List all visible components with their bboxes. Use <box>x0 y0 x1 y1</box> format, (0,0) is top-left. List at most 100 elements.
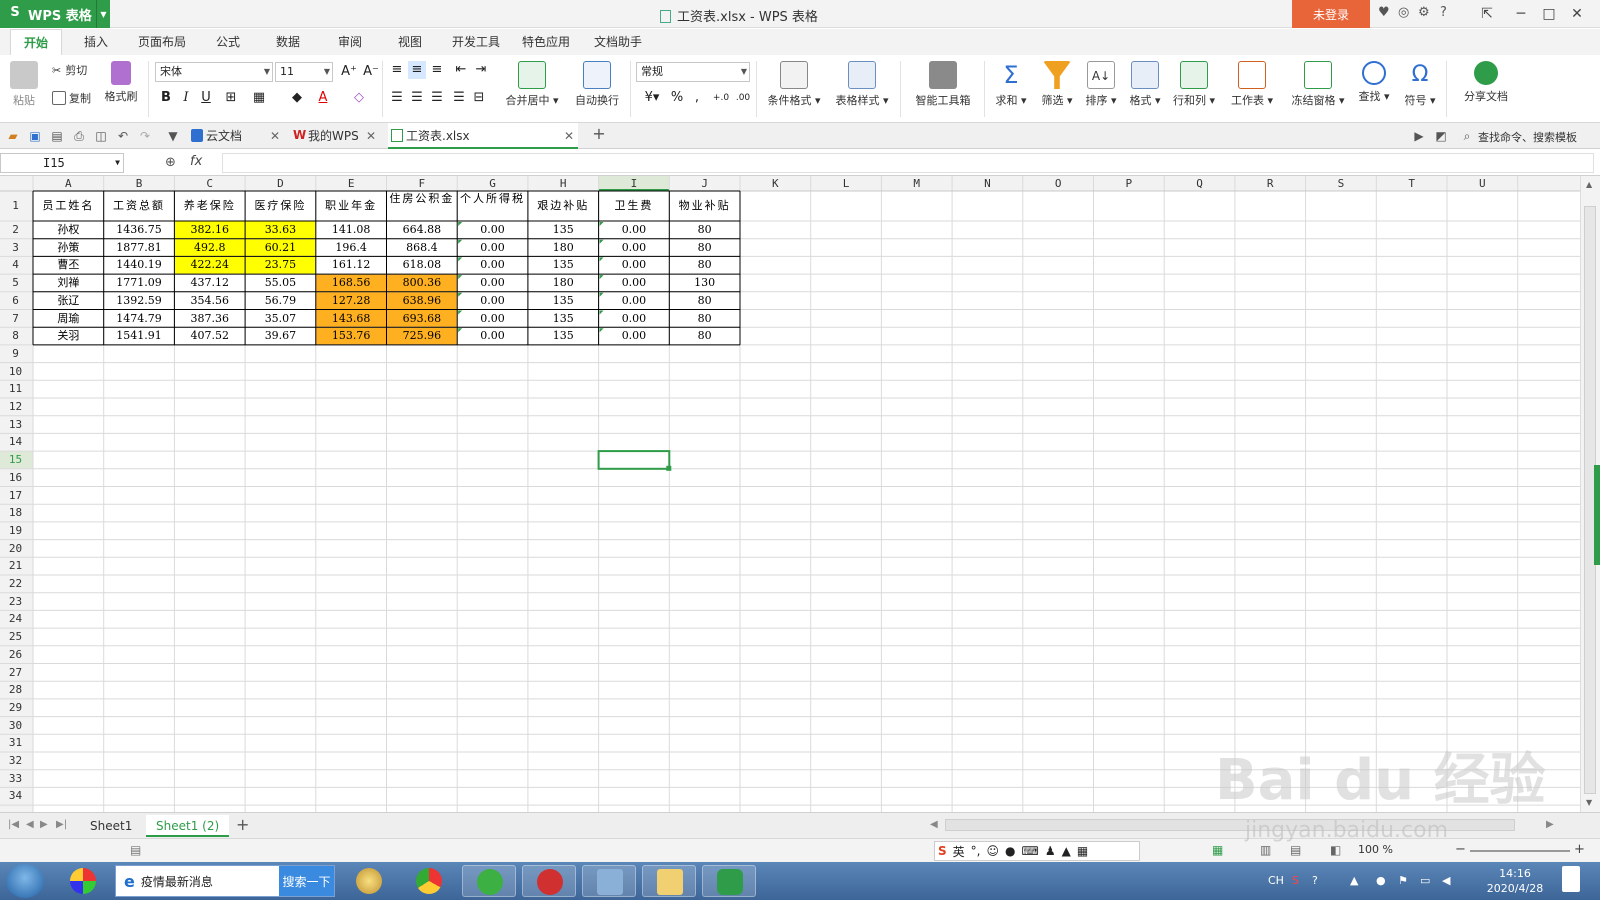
taskbar-app-palette[interactable] <box>342 865 396 897</box>
spreadsheet-grid[interactable]: A B C D E F G H I J K L M N O P Q R S T U 1 2 3 4 5 6 7 8 9 10 11 12 13 14… <box>0 176 1580 812</box>
chevron-down-icon[interactable]: ▼ <box>166 129 180 143</box>
ime-toolbar[interactable]: S 英 °, ☺ ● ⌨ ♟ ▲ ▦ <box>934 841 1140 861</box>
new-tab-icon[interactable]: + <box>592 126 606 142</box>
table-style-button[interactable]: 表格样式 ▾ <box>830 61 894 108</box>
fill-color-icon[interactable]: ◆ <box>288 89 306 107</box>
tray-network-icon[interactable]: ▭ <box>1420 874 1430 887</box>
chevron-down-icon[interactable]: ▼ <box>96 0 110 28</box>
close-icon[interactable]: ✕ <box>366 123 376 149</box>
format-button[interactable]: 格式 ▾ <box>1122 61 1168 108</box>
minimize-button[interactable]: ─ <box>1508 3 1534 25</box>
close-button[interactable]: ✕ <box>1564 3 1590 25</box>
tab-special[interactable]: 特色应用 <box>514 29 578 55</box>
doc-tab-cloud[interactable]: 云文档 ✕ <box>188 123 284 149</box>
indent-increase-icon[interactable]: ⇥ <box>472 61 490 79</box>
tab-doc-assistant[interactable]: 文档助手 <box>586 29 650 55</box>
taskbar-app-wps[interactable] <box>702 865 756 897</box>
taskbar-app-browser[interactable] <box>462 865 516 897</box>
justify-icon[interactable]: ☰ <box>450 89 468 107</box>
tab-home[interactable]: 开始 <box>10 29 62 55</box>
align-bottom-icon[interactable]: ≡ <box>428 61 446 79</box>
distributed-icon[interactable]: ⊟ <box>470 89 488 107</box>
search-icon[interactable]: ⌕ <box>1460 129 1474 143</box>
page-layout-view-icon[interactable]: ▤ <box>1290 843 1301 857</box>
tray-flag-icon[interactable]: ⚑ <box>1398 874 1408 887</box>
tab-developer[interactable]: 开发工具 <box>444 29 508 55</box>
feedback-icon[interactable]: ◎ <box>1398 5 1409 20</box>
currency-icon[interactable]: ¥▾ <box>640 89 664 107</box>
number-format-select[interactable]: 常规 ▼ <box>636 62 750 82</box>
tab-view[interactable]: 视图 <box>390 29 430 55</box>
align-right-icon[interactable]: ☰ <box>428 89 446 107</box>
present-icon[interactable]: ▶ <box>1412 129 1426 143</box>
open-folder-icon[interactable]: ▰ <box>6 129 20 143</box>
help-icon[interactable]: ? <box>1440 5 1447 20</box>
paste-button[interactable]: 粘贴 <box>2 61 46 108</box>
increase-decimal-icon[interactable]: +.0 <box>712 89 730 107</box>
page-break-view-icon[interactable]: ▥ <box>1260 843 1271 857</box>
keyboard-icon[interactable]: ⌨ <box>1022 844 1039 858</box>
normal-view-icon[interactable]: ▦ <box>1212 843 1223 857</box>
underline-icon[interactable]: U <box>197 89 215 107</box>
close-icon[interactable]: ✕ <box>270 123 280 149</box>
tray-help-icon[interactable]: ? <box>1312 874 1318 887</box>
print-preview-icon[interactable]: ◫ <box>94 129 108 143</box>
restore-ribbon-icon[interactable]: ⇱ <box>1474 3 1500 25</box>
undo-icon[interactable]: ↶ <box>116 129 130 143</box>
zoom-out-icon[interactable]: − <box>1455 842 1466 857</box>
maximize-button[interactable]: □ <box>1536 3 1562 25</box>
taskbar-app-paint[interactable] <box>56 865 110 897</box>
scroll-right-icon[interactable]: ▶ <box>1546 819 1554 830</box>
taskbar-app-remote[interactable] <box>582 865 636 897</box>
prev-sheet-icon[interactable]: ◀ <box>26 819 34 830</box>
doc-tab-mywps[interactable]: W 我的WPS ✕ <box>290 123 380 149</box>
font-color-icon[interactable]: A <box>314 89 332 107</box>
align-center-icon[interactable]: ☰ <box>408 89 426 107</box>
scroll-left-icon[interactable]: ◀ <box>930 819 938 830</box>
tray-lang[interactable]: CH <box>1268 874 1284 887</box>
bold-icon[interactable]: B <box>157 89 175 107</box>
freeze-panes-button[interactable]: 冻结窗格 ▾ <box>1286 61 1350 108</box>
align-left-icon[interactable]: ☰ <box>388 89 406 107</box>
search-commands-input[interactable]: 查找命令、搜索模板 <box>1478 129 1577 145</box>
thousands-icon[interactable]: , <box>688 89 706 107</box>
skin-shirt-icon[interactable]: ▲ <box>1062 844 1071 858</box>
font-name-select[interactable]: 宋体 ▼ <box>155 62 273 82</box>
side-panel-handle[interactable] <box>1594 465 1600 565</box>
tab-formulas[interactable]: 公式 <box>208 29 248 55</box>
tab-insert[interactable]: 插入 <box>76 29 116 55</box>
first-sheet-icon[interactable]: |◀ <box>8 819 19 830</box>
insert-function-button[interactable]: fx <box>190 154 202 169</box>
sort-button[interactable]: A↓ 排序 ▾ <box>1078 61 1124 108</box>
start-button[interactable] <box>6 864 44 898</box>
tray-volume-icon[interactable]: ◀ <box>1442 874 1450 887</box>
taskbar-clock[interactable]: 14:16 2020/4/28 <box>1480 866 1550 896</box>
find-button[interactable]: 查找 ▾ <box>1352 61 1396 104</box>
filter-button[interactable]: 筛选 ▾ <box>1034 61 1080 108</box>
macro-icon[interactable]: ▤ <box>130 843 141 857</box>
tray-sogou-icon[interactable]: S <box>1292 874 1299 887</box>
worksheet-button[interactable]: 工作表 ▾ <box>1224 61 1280 108</box>
conditional-format-button[interactable]: 条件格式 ▾ <box>762 61 826 108</box>
italic-icon[interactable]: I <box>177 89 195 107</box>
smart-toolbox-button[interactable]: 智能工具箱 <box>906 61 980 108</box>
decrease-font-icon[interactable]: A⁻ <box>362 63 380 81</box>
tab-data[interactable]: 数据 <box>268 29 308 55</box>
zoom-slider[interactable] <box>1470 850 1570 852</box>
settings-icon[interactable]: ⚙ <box>1418 5 1430 20</box>
copy-button[interactable]: 复制 <box>52 90 91 106</box>
emoji-icon[interactable]: ☺ <box>987 844 1000 858</box>
rows-cols-button[interactable]: 行和列 ▾ <box>1166 61 1222 108</box>
skin-icon[interactable]: ♥ <box>1378 5 1390 20</box>
zoom-magnifier-icon[interactable]: ⊕ <box>165 155 176 170</box>
tab-page-layout[interactable]: 页面布局 <box>130 29 194 55</box>
font-size-select[interactable]: 11 ▼ <box>275 62 333 82</box>
name-box[interactable]: I15 ▼ <box>0 153 124 173</box>
export-pdf-icon[interactable]: ▤ <box>50 129 64 143</box>
next-sheet-icon[interactable]: ▶ <box>40 819 48 830</box>
mic-icon[interactable]: ● <box>1005 844 1015 858</box>
scroll-up-icon[interactable]: ▲ <box>1586 180 1592 189</box>
share-doc-button[interactable]: 分享文档 <box>1454 61 1518 104</box>
tab-review[interactable]: 审阅 <box>330 29 370 55</box>
taskbar-search-box[interactable]: e 疫情最新消息 搜索一下 <box>115 865 335 897</box>
